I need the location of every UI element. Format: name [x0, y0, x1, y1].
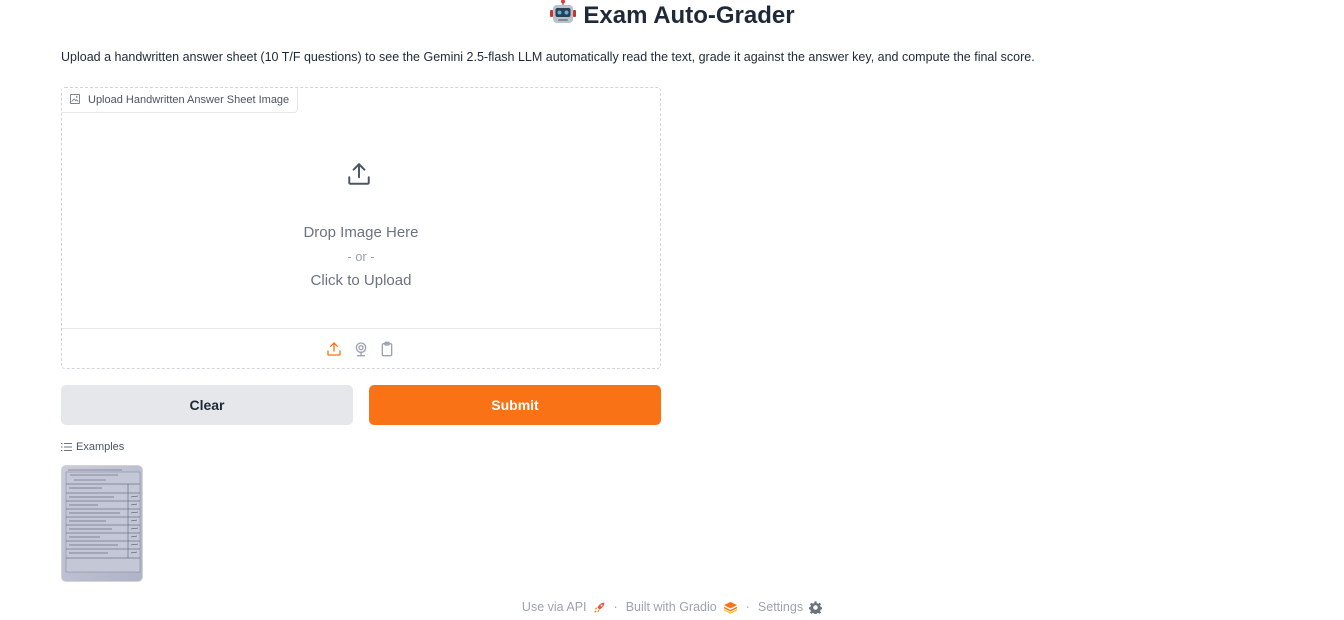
upload-label-text: Upload Handwritten Answer Sheet Image — [88, 94, 290, 106]
robot-icon — [549, 0, 577, 35]
built-with-gradio-link[interactable]: Built with Gradio — [626, 600, 738, 614]
clipboard-source-button[interactable] — [378, 340, 396, 358]
footer-separator: · — [745, 600, 750, 614]
use-via-api-label: Use via API — [521, 600, 587, 614]
upload-source-bar — [62, 328, 660, 368]
webcam-icon — [355, 342, 367, 357]
image-drop-zone[interactable]: Drop Image Here - or - Click to Upload — [62, 113, 660, 328]
image-icon — [70, 93, 80, 107]
example-answer-sheet-thumbnail[interactable] — [61, 465, 143, 582]
drop-image-text: Drop Image Here — [303, 224, 419, 241]
page-title-text: Exam Auto-Grader — [583, 2, 795, 29]
submit-button[interactable]: Submit — [369, 385, 661, 425]
examples-label: Examples — [76, 441, 125, 453]
or-separator-text: - or - — [347, 249, 375, 264]
rocket-icon — [593, 602, 604, 613]
examples-header: Examples — [61, 441, 124, 453]
built-with-gradio-label: Built with Gradio — [625, 600, 717, 614]
page-description: Upload a handwritten answer sheet (10 T/… — [61, 50, 1035, 64]
list-icon — [61, 443, 72, 451]
page-title: Exam Auto-Grader — [0, 0, 1344, 32]
image-upload-panel: Upload Handwritten Answer Sheet Image Dr… — [61, 87, 661, 369]
clear-button[interactable]: Clear — [61, 385, 353, 425]
gradio-logo-icon — [723, 601, 738, 614]
upload-icon — [327, 342, 341, 356]
click-to-upload-text: Click to Upload — [310, 272, 412, 289]
clipboard-icon — [381, 341, 393, 357]
footer-separator: · — [613, 600, 618, 614]
upload-arrow-icon — [348, 163, 370, 185]
webcam-source-button[interactable] — [352, 340, 370, 358]
settings-link[interactable]: Settings — [757, 600, 823, 614]
upload-panel-label: Upload Handwritten Answer Sheet Image — [62, 88, 299, 113]
answer-sheet-image — [62, 466, 142, 581]
use-via-api-link[interactable]: Use via API — [522, 600, 606, 614]
gear-icon — [809, 600, 823, 614]
upload-source-button[interactable] — [325, 340, 343, 358]
settings-label: Settings — [757, 600, 804, 614]
footer: Use via API · Built with Gradio · Settin… — [0, 600, 1344, 614]
